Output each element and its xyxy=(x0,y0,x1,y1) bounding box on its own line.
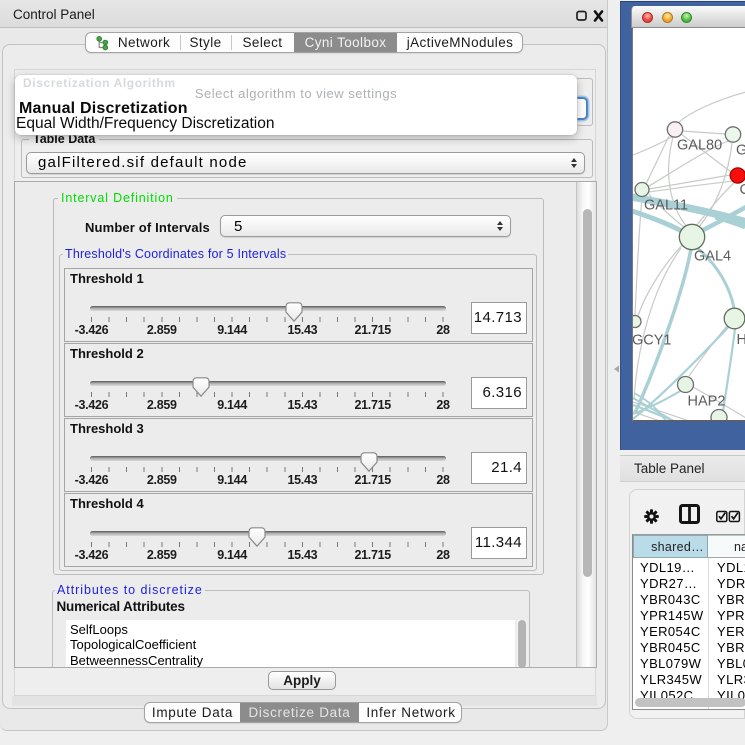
svg-text:HAP2: HAP2 xyxy=(688,394,726,410)
svg-text:CY: CY xyxy=(740,182,745,198)
svg-text:GCY1: GCY1 xyxy=(633,333,672,349)
svg-text:GAL80: GAL80 xyxy=(677,138,722,154)
svg-text:GAL11: GAL11 xyxy=(644,198,688,214)
svg-text:H: H xyxy=(737,332,745,348)
svg-text:GAL4: GAL4 xyxy=(694,249,731,265)
svg-text:GA: GA xyxy=(736,143,745,159)
